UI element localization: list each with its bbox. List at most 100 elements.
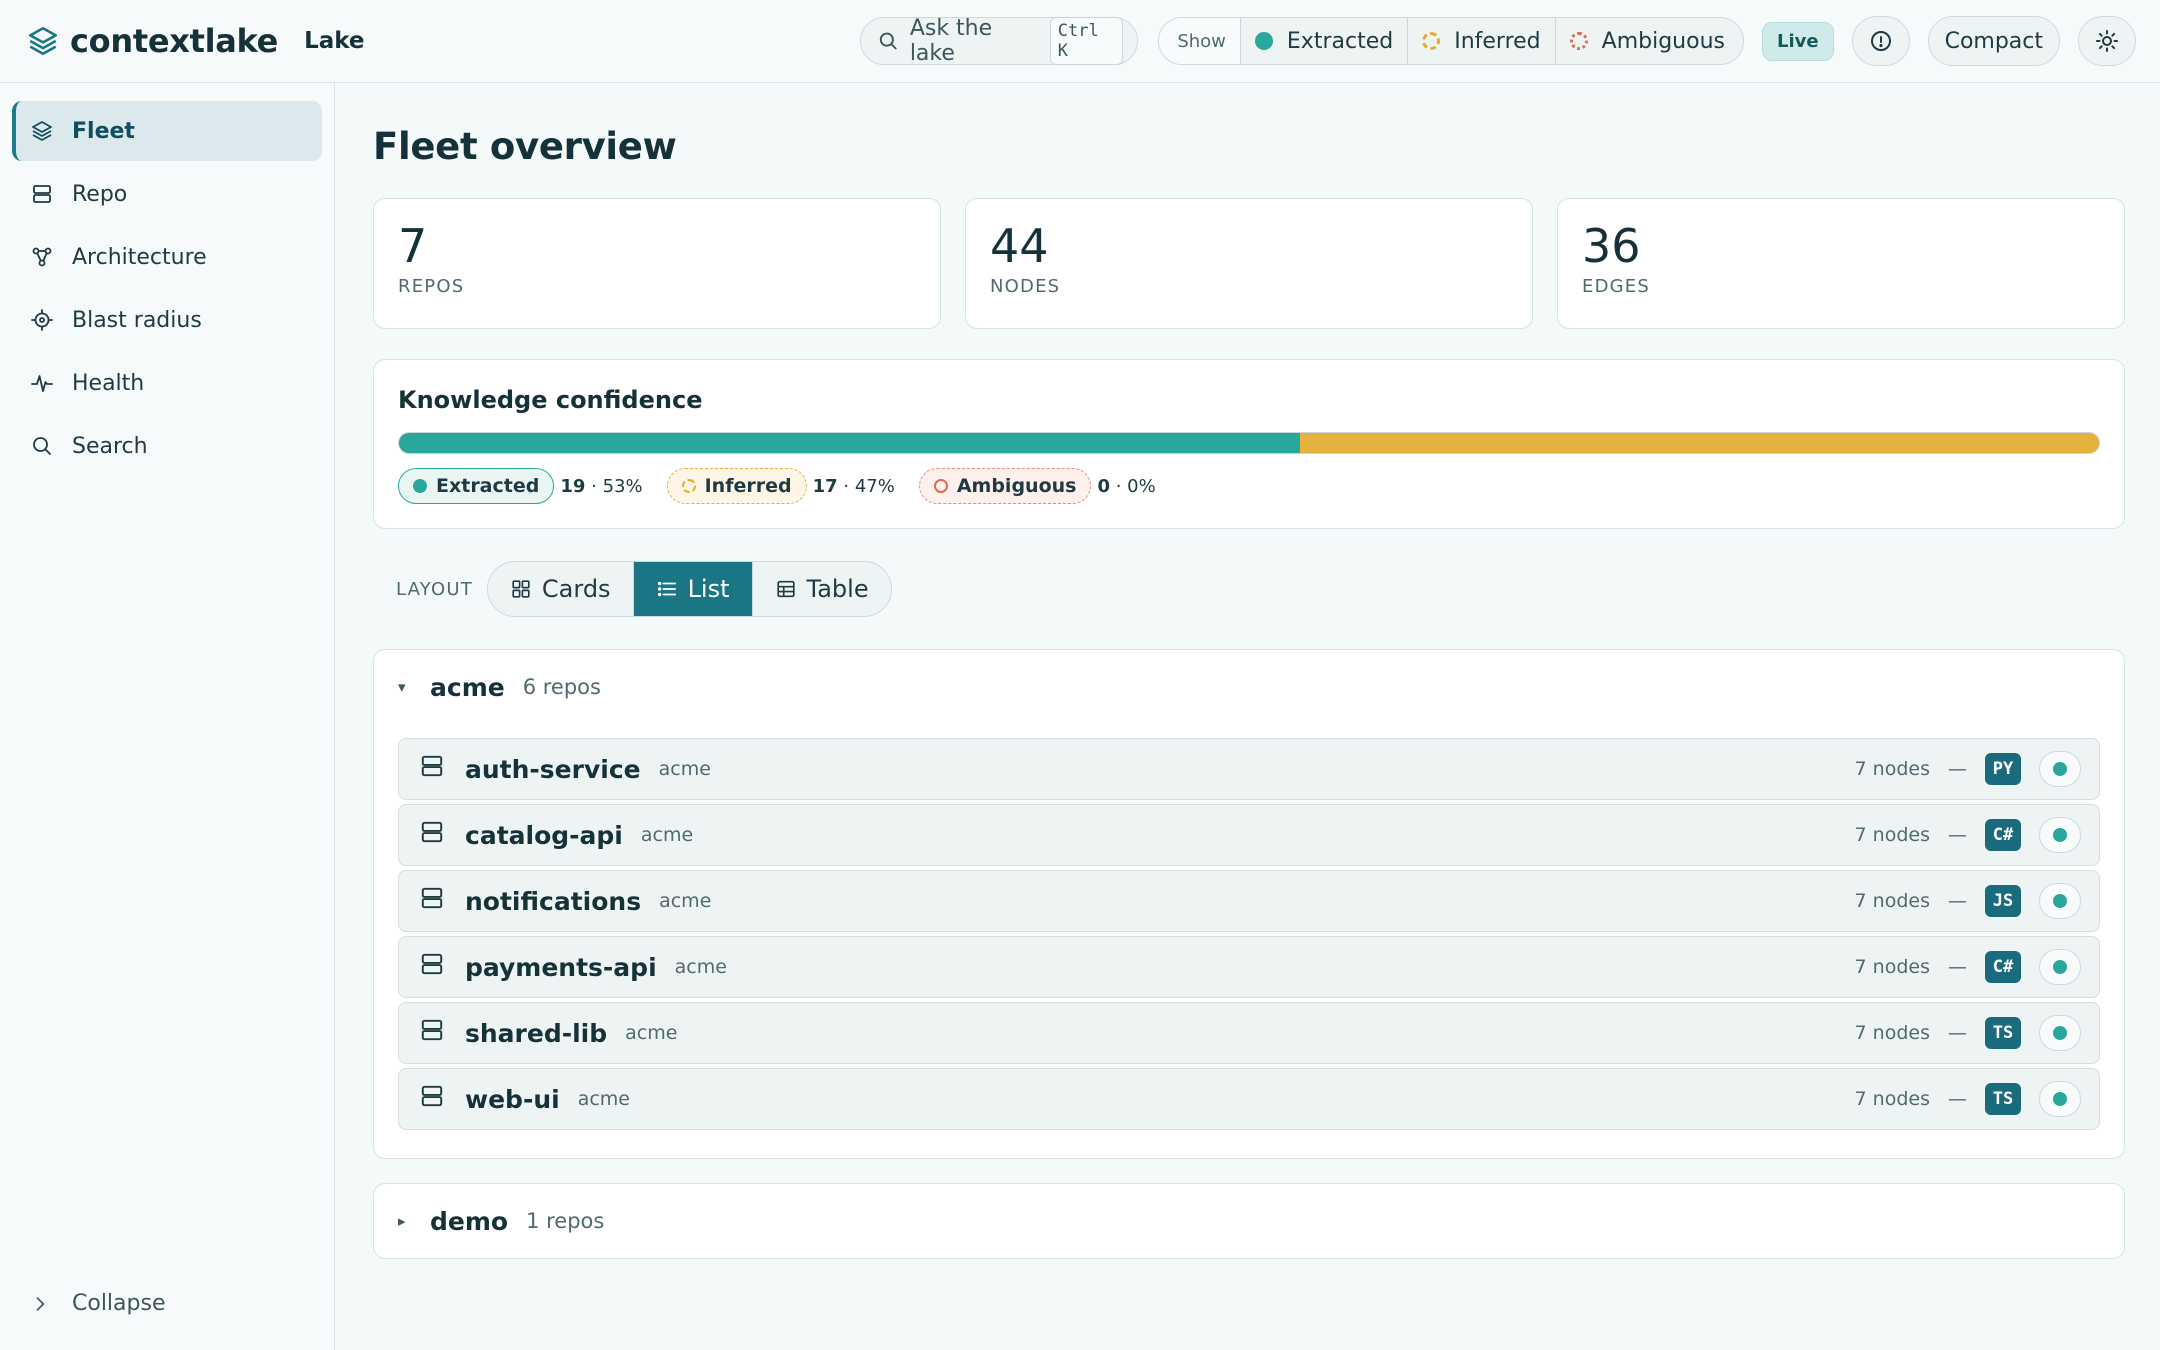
confidence-bar-inferred	[1300, 433, 2099, 453]
table-row[interactable]: payments-api acme 7 nodes — C#	[398, 936, 2100, 998]
sidebar-item-search[interactable]: Search	[12, 416, 322, 476]
server-icon	[421, 953, 443, 975]
confidence-filter-group: Show Extracted Inferred Ambiguous	[1158, 17, 1744, 65]
layout-switcher: LAYOUT Cards List Table	[373, 561, 2125, 617]
repo-org: acme	[658, 758, 711, 780]
brand[interactable]: contextlake Lake	[26, 22, 365, 60]
search-icon	[880, 32, 898, 50]
status-dot-icon	[2053, 960, 2067, 974]
repo-status-button[interactable]	[2039, 751, 2081, 787]
table-row[interactable]: catalog-api acme 7 nodes — C#	[398, 804, 2100, 866]
table-row[interactable]: web-ui acme 7 nodes — TS	[398, 1068, 2100, 1130]
layout-table-button[interactable]: Table	[753, 562, 891, 616]
legend-value-ambiguous: 0 · 0%	[1097, 475, 1156, 497]
stat-card-edges: 36 EDGES	[1557, 198, 2125, 329]
sidebar-item-label: Architecture	[72, 244, 207, 270]
filter-extracted-label: Extracted	[1286, 28, 1394, 54]
chevron-right-icon	[36, 1296, 45, 1311]
repo-meta: 7 nodes — TS	[1855, 1015, 2081, 1051]
filter-extracted[interactable]: Extracted	[1241, 18, 1409, 64]
repo-nodes: 7 nodes	[1854, 758, 1930, 780]
repo-status-button[interactable]	[2039, 1081, 2081, 1117]
server-icon	[421, 887, 443, 909]
search-icon	[33, 437, 51, 455]
info-button[interactable]	[1851, 16, 1910, 66]
sidebar-item-repo[interactable]: Repo	[12, 164, 322, 224]
legend-chip-extracted[interactable]: Extracted	[398, 468, 555, 504]
group-header[interactable]: ▾ acme 6 repos	[398, 650, 2100, 724]
confidence-title: Knowledge confidence	[398, 386, 703, 414]
top-bar: contextlake Lake Ask the lake Ctrl K Sho…	[0, 0, 2160, 83]
sidebar-item-blast-radius[interactable]: Blast radius	[12, 290, 322, 350]
group-name: acme	[430, 672, 505, 702]
theme-toggle-button[interactable]	[2078, 16, 2136, 66]
sidebar-item-label: Search	[72, 433, 148, 459]
repo-dash: —	[1948, 890, 1967, 912]
table-row[interactable]: shared-lib acme 7 nodes — TS	[398, 1002, 2100, 1064]
legend-value-inferred: 17 · 47%	[812, 475, 895, 497]
repo-status-button[interactable]	[2039, 817, 2081, 853]
repo-org: acme	[659, 890, 712, 912]
sidebar-item-fleet[interactable]: Fleet	[12, 101, 322, 161]
repo-name: catalog-api	[465, 820, 623, 850]
server-icon	[33, 185, 51, 203]
layout-segmented-control: Cards List Table	[486, 561, 892, 617]
filter-ambiguous[interactable]: Ambiguous	[1556, 18, 1743, 64]
confidence-bar	[398, 432, 2100, 454]
repo-nodes: 7 nodes	[1854, 1022, 1930, 1044]
repo-name: payments-api	[465, 952, 657, 982]
compact-toggle-button[interactable]: Compact	[1927, 16, 2060, 66]
table-row[interactable]: auth-service acme 7 nodes — PY	[398, 738, 2100, 800]
repo-meta: 7 nodes — PY	[1855, 751, 2081, 787]
live-badge: Live	[1761, 21, 1834, 61]
stat-value: 44	[990, 219, 1049, 273]
repo-meta: 7 nodes — C#	[1855, 817, 2081, 853]
status-dot-icon	[2053, 762, 2067, 776]
repo-status-button[interactable]	[2039, 949, 2081, 985]
layout-list-button[interactable]: List	[633, 562, 753, 616]
repo-meta: 7 nodes — TS	[1855, 1081, 2081, 1117]
language-badge: PY	[1985, 753, 2021, 785]
group-header[interactable]: ▸ demo 1 repos	[398, 1184, 2100, 1258]
repo-status-button[interactable]	[2039, 1015, 2081, 1051]
sidebar-collapse-button[interactable]: Collapse	[30, 1291, 166, 1316]
top-actions: Ask the lake Ctrl K Show Extracted Infer…	[860, 16, 2136, 66]
collapse-label: Collapse	[72, 1291, 166, 1316]
repo-status-button[interactable]	[2039, 883, 2081, 919]
repo-org: acme	[674, 956, 727, 978]
table-icon	[776, 580, 795, 598]
legend-chip-inferred[interactable]: Inferred	[666, 468, 807, 504]
legend-chip-ambiguous[interactable]: Ambiguous	[918, 468, 1092, 504]
knowledge-confidence-card: Knowledge confidence Extracted 19 · 53% …	[373, 359, 2125, 529]
layout-cards-button[interactable]: Cards	[488, 562, 634, 616]
legend-count: 17	[812, 475, 838, 497]
sidebar-item-architecture[interactable]: Architecture	[12, 227, 322, 287]
ask-search-button[interactable]: Ask the lake Ctrl K	[860, 16, 1139, 66]
legend-count: 19	[560, 475, 586, 497]
repo-meta: 7 nodes — C#	[1855, 949, 2081, 985]
repo-dash: —	[1948, 1022, 1967, 1044]
stat-label: NODES	[990, 275, 1061, 297]
sidebar-item-health[interactable]: Health	[12, 353, 322, 413]
stat-card-nodes: 44 NODES	[965, 198, 1533, 329]
extracted-dot-icon	[1254, 32, 1273, 50]
sidebar-item-label: Fleet	[72, 118, 135, 144]
layout-option-label: Cards	[541, 575, 611, 603]
repo-org: acme	[577, 1088, 630, 1110]
repo-dash: —	[1948, 824, 1967, 846]
grid-icon	[512, 580, 530, 598]
language-badge: TS	[1985, 1017, 2021, 1049]
repo-name: auth-service	[465, 754, 641, 784]
repo-nodes: 7 nodes	[1854, 1088, 1930, 1110]
pulse-icon	[31, 375, 53, 392]
language-badge: TS	[1985, 1083, 2021, 1115]
confidence-legend: Extracted 19 · 53% Inferred 17 · 47% Amb…	[398, 468, 2100, 504]
filter-inferred[interactable]: Inferred	[1408, 18, 1556, 64]
status-dot-icon	[2053, 894, 2067, 908]
group-name: demo	[430, 1206, 509, 1236]
inferred-dot-icon	[1422, 32, 1441, 50]
table-row[interactable]: notifications acme 7 nodes — JS	[398, 870, 2100, 932]
repo-name: web-ui	[465, 1084, 560, 1114]
status-dot-icon	[2053, 828, 2067, 842]
caret-right-icon: ▸	[398, 1212, 406, 1230]
